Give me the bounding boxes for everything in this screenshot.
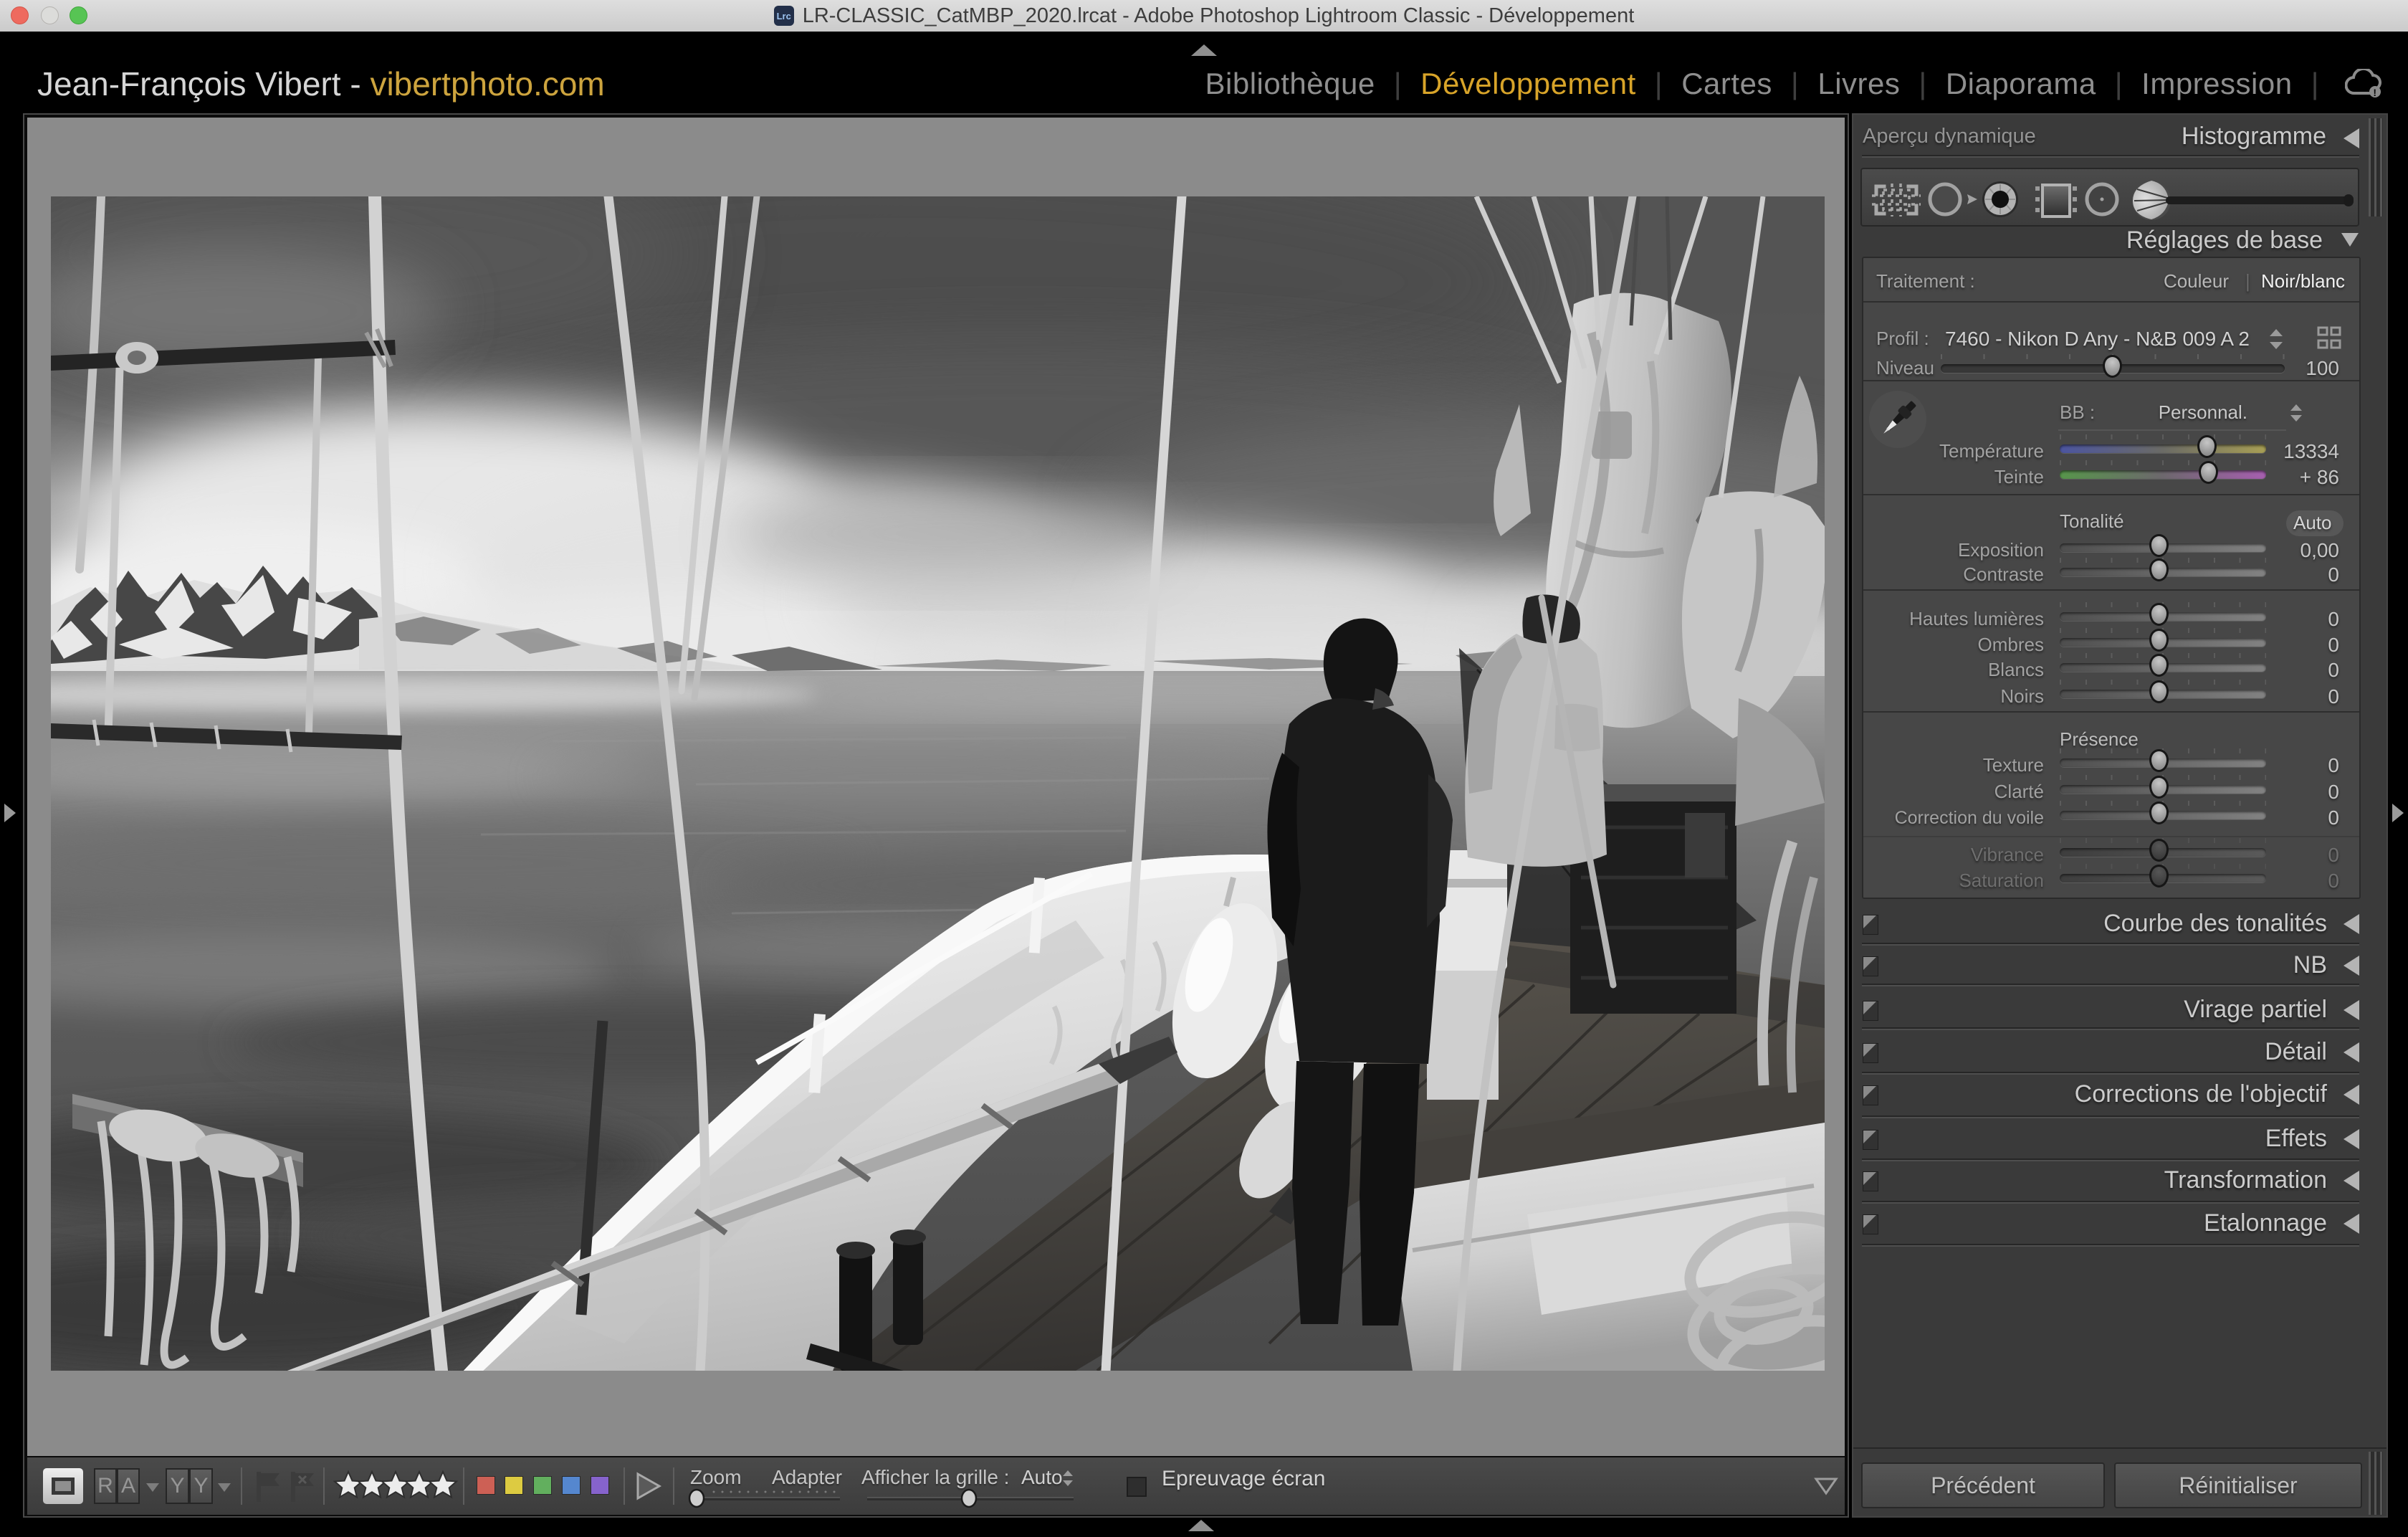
svg-text:!: ! [2373,87,2376,98]
